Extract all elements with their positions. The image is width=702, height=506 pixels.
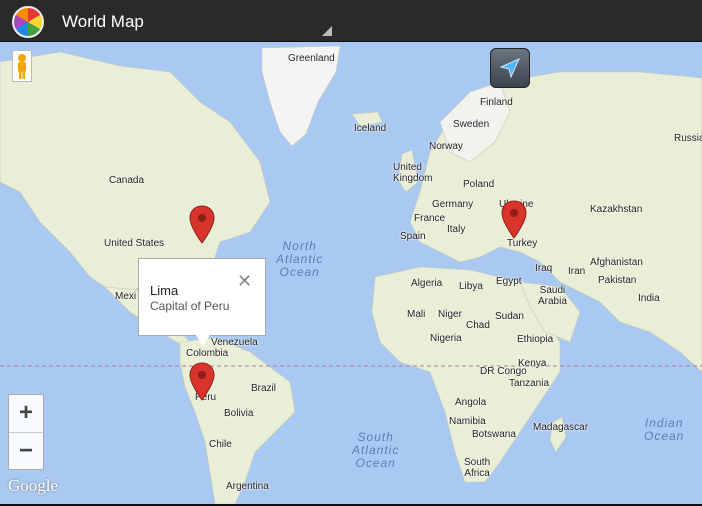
info-window[interactable]: Lima Capital of Peru ✕ [138,258,266,336]
label-sudan: Sudan [495,311,524,322]
app-title: World Map [62,12,144,31]
label-kenya: Kenya [518,358,547,369]
label-india: India [638,293,660,304]
label-brazil: Brazil [251,383,277,394]
label-greenland: Greenland [288,53,335,64]
label-libya: Libya [459,281,483,292]
label-pakistan: Pakistan [598,275,637,286]
label-canada: Canada [109,175,145,186]
info-window-title: Lima [150,283,179,298]
label-bolivia: Bolivia [224,408,254,419]
label-chile: Chile [209,439,232,450]
info-window-pointer [196,335,210,347]
label-russia: Russia [674,133,702,144]
zoom-in-button[interactable]: + [9,395,43,432]
label-namibia: Namibia [449,416,486,427]
label-egypt: Egypt [496,276,522,287]
washington-marker[interactable] [189,205,215,245]
label-afghanistan: Afghanistan [590,257,643,268]
close-icon[interactable]: ✕ [237,271,252,292]
label-iran: Iran [568,266,586,277]
label-mali: Mali [407,309,426,320]
google-logo: Google [8,476,59,495]
label-madagascar: Madagascar [533,422,589,433]
action-bar: World Map [0,0,702,42]
label-finland: Finland [480,97,513,108]
label-norway: Norway [429,141,463,152]
label-angola: Angola [455,397,487,408]
zoom-out-button[interactable]: − [9,433,43,470]
label-nigeria: Nigeria [430,333,462,344]
label-kazakhstan: Kazakhstan [590,204,643,215]
label-united-states: United States [104,238,165,249]
label-poland: Poland [463,179,495,190]
label-algeria: Algeria [411,278,443,289]
map-view[interactable]: Greenland Iceland Finland Sweden Norway … [0,42,702,504]
lima-marker[interactable] [189,362,215,402]
navigation-arrow-icon [499,58,520,79]
label-iraq: Iraq [535,263,553,274]
my-location-button[interactable] [490,48,530,88]
spinner-indicator-icon[interactable] [322,26,332,36]
label-venezuela: Venezuela [211,337,258,348]
label-iceland: Iceland [354,123,387,134]
info-window-subtitle: Capital of Peru [150,299,230,313]
label-france: France [414,213,446,224]
ankara-marker[interactable] [501,200,527,240]
label-saudi-arabia: Saudi Arabia [538,285,567,307]
label-uk: United Kingdom [393,162,433,184]
label-italy: Italy [447,224,466,235]
label-mexico: Mexi [115,291,137,302]
label-spain: Spain [400,231,426,242]
label-chad: Chad [466,320,490,331]
label-germany: Germany [432,199,474,210]
zoom-controls: + − [8,394,44,470]
street-view-pegman-icon[interactable] [12,50,32,82]
label-botswana: Botswana [472,429,516,440]
label-ethiopia: Ethiopia [517,334,554,345]
app-globe-icon[interactable] [12,6,44,38]
label-sweden: Sweden [453,119,490,130]
label-colombia: Colombia [186,348,229,359]
label-tanzania: Tanzania [509,378,550,389]
ocean-indian: Indian Ocean [644,416,685,443]
label-argentina: Argentina [226,481,269,492]
label-niger: Niger [438,309,462,320]
label-south-africa: South Africa [464,457,491,479]
ocean-north-atlantic: North Atlantic Ocean [276,239,324,279]
ocean-south-atlantic: South Atlantic Ocean [352,430,400,470]
map-land [0,45,702,504]
